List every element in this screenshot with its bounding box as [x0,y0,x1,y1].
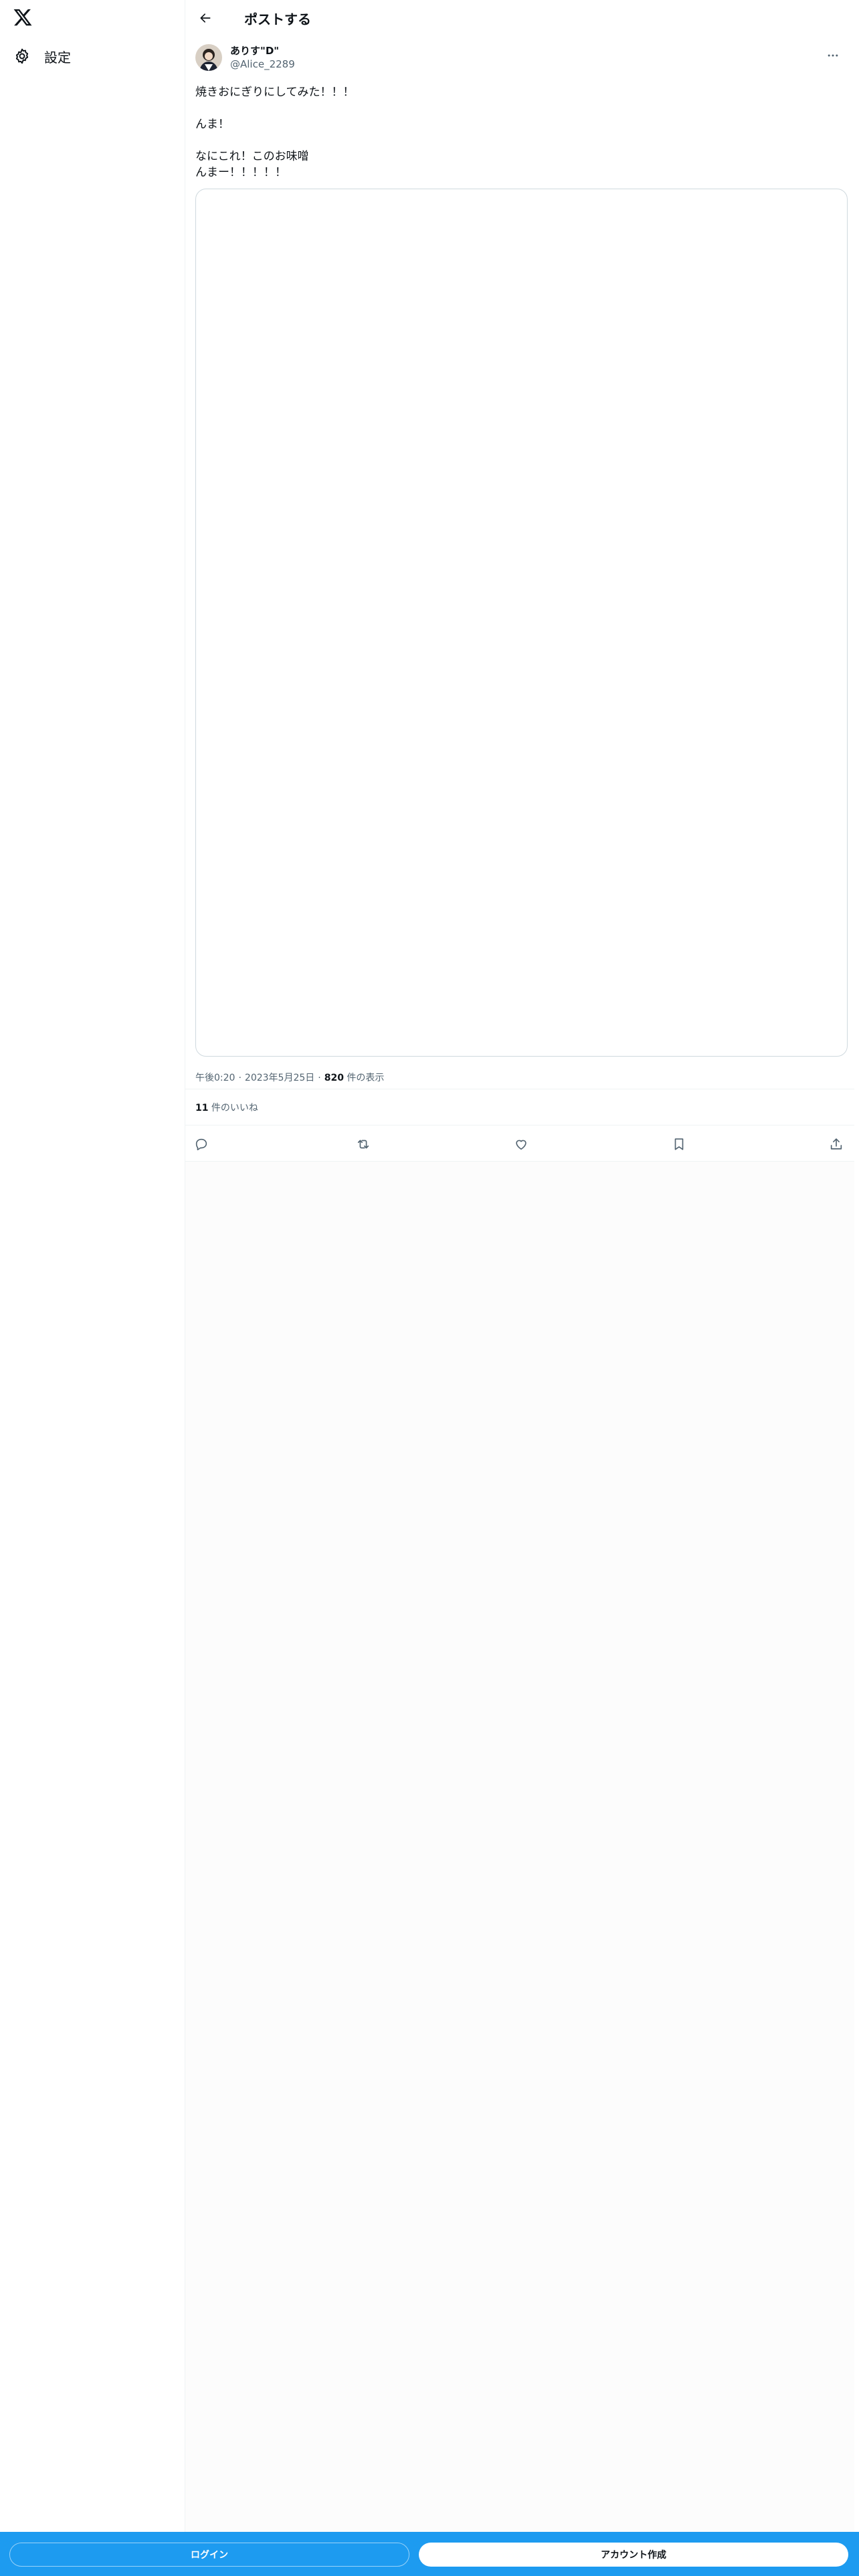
tweet-text-line [195,132,844,148]
arrow-left-icon [199,11,212,25]
page-title: ポストする [244,11,311,27]
share-icon [829,1137,844,1152]
author-names: ありす"D" @Alice_2289 [230,44,295,71]
sidebar-item-settings[interactable]: 設定 [5,40,84,72]
tweet-text-line [195,100,844,116]
reply-icon [194,1137,209,1152]
bookmark-button[interactable] [669,1134,689,1154]
retweet-button[interactable] [353,1134,373,1154]
heart-icon [514,1137,529,1152]
like-button[interactable] [511,1134,531,1154]
tweet-text-line: んま！ [195,118,229,131]
author-handle[interactable]: @Alice_2289 [230,58,295,71]
views-label: 件の表示 [343,1073,385,1083]
tweet-text-line: なにこれ！このお味噌 [195,150,309,163]
views-count: 820 [324,1073,344,1083]
login-button[interactable]: ログイン [9,2543,409,2567]
sidebar-item-label: 設定 [44,49,71,66]
author-name[interactable]: ありす"D" [230,44,295,58]
left-sidebar: 設定 [0,0,185,2576]
more-button[interactable] [822,44,844,67]
likes-link[interactable]: 11 件のいいね [195,1101,258,1114]
retweet-icon [356,1137,371,1152]
likes-count: 11 [195,1103,209,1113]
x-logo-icon[interactable] [13,7,33,27]
tweet-date[interactable]: 2023年5月25日 [245,1073,314,1083]
tweet-text-line: んまー！！！！！ [195,166,286,179]
gear-icon [13,47,31,65]
tweet-text-line: 焼きおにぎりにしてみた！！！ [195,86,355,99]
signup-banner: ログイン アカウント作成 [0,2532,859,2576]
tweet-author: ありす"D" @Alice_2289 [195,41,844,74]
tweet-text: 焼きおにぎりにしてみた！！！ んま！ なにこれ！このお味噌 んまー！！！！！ [195,84,844,181]
divider [185,1161,854,1162]
empty-area [185,1161,854,2532]
tweet: ありす"D" @Alice_2289 焼きおにぎりにしてみた！！！ んま！ なに… [195,41,848,1085]
top-bar: ポストする [185,0,854,36]
back-button[interactable] [193,6,217,30]
more-horizontal-icon [826,49,840,62]
tweet-media[interactable] [195,189,848,1057]
reply-button[interactable] [191,1134,211,1154]
avatar[interactable] [195,44,222,71]
page: 設定 ポストする ありす"D" @Alice_2289 焼きおにぎりにしてみた！… [0,0,859,2576]
main-column: ポストする ありす"D" @Alice_2289 焼きおにぎりにしてみた！！！ … [185,0,854,2576]
tweet-actions [185,1128,854,1161]
likes-label: 件のいいね [208,1103,258,1113]
create-account-button[interactable]: アカウント作成 [419,2543,848,2567]
tweet-meta: 午後0:20 · 2023年5月25日 · 820 件の表示 [195,1073,385,1083]
share-button[interactable] [826,1134,846,1154]
tweet-time[interactable]: 午後0:20 [195,1073,235,1083]
bookmark-icon [672,1137,686,1152]
